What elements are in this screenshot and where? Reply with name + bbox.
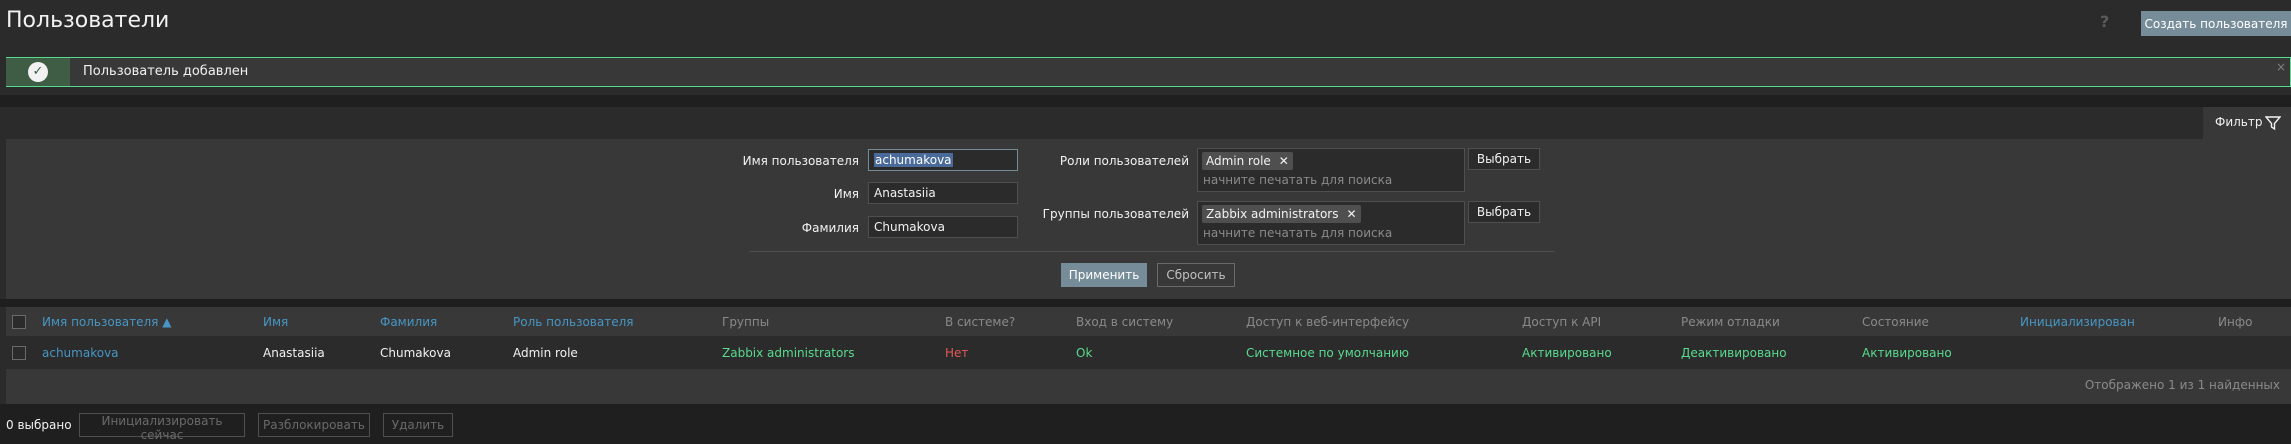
select-roles-button[interactable]: Выбрать bbox=[1468, 148, 1540, 170]
column-header-surname[interactable]: Фамилия bbox=[380, 315, 437, 329]
cell-groups[interactable]: Zabbix administrators bbox=[722, 346, 854, 360]
funnel-icon bbox=[2265, 116, 2281, 131]
select-groups-button[interactable]: Выбрать bbox=[1468, 201, 1540, 223]
filter-divider bbox=[750, 251, 1554, 252]
surname-label: Фамилия bbox=[801, 221, 859, 235]
cell-api-access[interactable]: Активировано bbox=[1522, 346, 1612, 360]
surname-input[interactable]: Chumakova bbox=[868, 216, 1018, 238]
cell-online: Нет bbox=[945, 346, 969, 360]
table-row: achumakova Anastasiia Chumakova Admin ro… bbox=[6, 337, 2291, 369]
column-header-online: В системе? bbox=[945, 315, 1016, 329]
cell-username[interactable]: achumakova bbox=[42, 346, 119, 360]
role-chip-label: Admin role bbox=[1206, 154, 1271, 168]
remove-chip-icon[interactable]: ✕ bbox=[1279, 154, 1289, 168]
cell-role: Admin role bbox=[513, 346, 578, 360]
username-label: Имя пользователя bbox=[742, 154, 859, 168]
filter-tab[interactable]: Фильтр bbox=[2203, 107, 2291, 139]
column-header-api-access: Доступ к API bbox=[1522, 315, 1602, 329]
groups-label: Группы пользователей bbox=[1042, 207, 1189, 221]
name-label: Имя bbox=[833, 187, 859, 201]
cell-frontend-access: Системное по умолчанию bbox=[1246, 346, 1409, 360]
question-mark-icon[interactable]: ? bbox=[2100, 12, 2109, 31]
cell-name: Anastasiia bbox=[263, 346, 325, 360]
page-header: Пользователи ? Создать пользователя bbox=[0, 0, 2291, 48]
column-header-username[interactable]: Имя пользователя ▲ bbox=[42, 315, 171, 329]
column-header-role[interactable]: Роль пользователя bbox=[513, 315, 633, 329]
success-message: ✓ Пользователь добавлен × bbox=[6, 57, 2291, 87]
username-input[interactable]: achumakova bbox=[868, 149, 1018, 171]
column-header-status: Состояние bbox=[1862, 315, 1929, 329]
message-text: Пользователь добавлен bbox=[83, 64, 249, 79]
name-input[interactable]: Anastasiia bbox=[868, 182, 1018, 204]
separator-band bbox=[0, 299, 2291, 307]
group-chip[interactable]: Zabbix administrators ✕ bbox=[1202, 205, 1361, 223]
cell-surname: Chumakova bbox=[380, 346, 451, 360]
create-user-button[interactable]: Создать пользователя bbox=[2141, 11, 2291, 36]
selected-count: 0 выбрано bbox=[6, 418, 72, 432]
select-all-checkbox[interactable] bbox=[12, 315, 26, 329]
column-header-login: Вход в систему bbox=[1076, 315, 1174, 329]
separator-band bbox=[0, 95, 2291, 107]
unblock-button[interactable]: Разблокировать bbox=[258, 413, 370, 437]
table-footer-count: Отображено 1 из 1 найденных bbox=[2084, 378, 2280, 392]
username-value: achumakova bbox=[874, 153, 953, 167]
column-header-name[interactable]: Имя bbox=[263, 315, 288, 329]
delete-button[interactable]: Удалить bbox=[383, 413, 453, 437]
group-chip-label: Zabbix administrators bbox=[1206, 207, 1339, 221]
provision-now-button[interactable]: Инициализировать сейчас bbox=[79, 413, 245, 442]
roles-multiselect[interactable]: Admin role ✕ начните печатать для поиска bbox=[1197, 148, 1465, 192]
remove-chip-icon[interactable]: ✕ bbox=[1346, 207, 1356, 221]
column-header-provisioned[interactable]: Инициализирован bbox=[2020, 315, 2135, 329]
close-icon[interactable]: × bbox=[2276, 60, 2286, 74]
groups-placeholder: начните печатать для поиска bbox=[1203, 226, 1393, 240]
page-title: Пользователи bbox=[6, 8, 170, 33]
row-checkbox[interactable] bbox=[12, 346, 26, 360]
reset-filter-button[interactable]: Сбросить bbox=[1157, 263, 1235, 287]
roles-label: Роли пользователей bbox=[1059, 154, 1189, 168]
cell-login: Ok bbox=[1076, 346, 1093, 360]
role-chip[interactable]: Admin role ✕ bbox=[1202, 152, 1293, 170]
filter-tab-label: Фильтр bbox=[2215, 115, 2263, 129]
users-table: Имя пользователя ▲ Имя Фамилия Роль поль… bbox=[6, 307, 2291, 404]
message-icon-box: ✓ bbox=[6, 58, 70, 86]
check-circle-icon: ✓ bbox=[28, 62, 48, 82]
column-header-groups: Группы bbox=[722, 315, 770, 329]
cell-debug-mode[interactable]: Деактивировано bbox=[1681, 346, 1787, 360]
groups-multiselect[interactable]: Zabbix administrators ✕ начните печатать … bbox=[1197, 201, 1465, 245]
column-header-frontend-access: Доступ к веб-интерфейсу bbox=[1246, 315, 1410, 329]
mass-actions-bar: 0 выбрано Инициализировать сейчас Разбло… bbox=[0, 404, 2291, 444]
roles-placeholder: начните печатать для поиска bbox=[1203, 173, 1393, 187]
filter-panel: Имя пользователя achumakova Имя Anastasi… bbox=[6, 139, 2291, 299]
column-header-debug-mode: Режим отладки bbox=[1681, 315, 1780, 329]
column-header-info: Инфо bbox=[2218, 315, 2253, 329]
cell-status[interactable]: Активировано bbox=[1862, 346, 1952, 360]
apply-filter-button[interactable]: Применить bbox=[1061, 263, 1147, 287]
